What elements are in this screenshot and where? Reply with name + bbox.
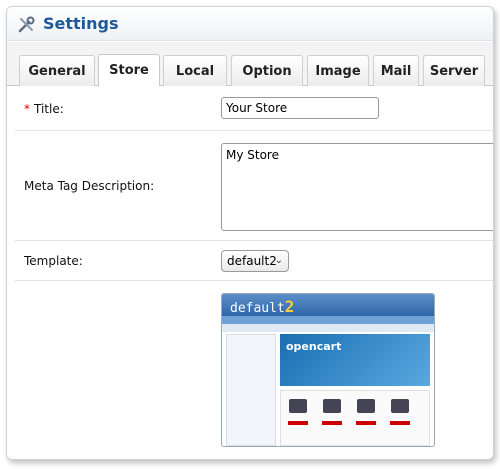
chevron-down-icon: ⌄ xyxy=(274,255,283,266)
tab-mail[interactable]: Mail xyxy=(373,55,419,86)
panel-header: Settings xyxy=(7,7,493,41)
meta-description-textarea[interactable]: My Store xyxy=(221,143,493,231)
meta-description-row: Meta Tag Description: My Store xyxy=(15,131,493,241)
required-marker: * xyxy=(24,102,30,116)
preview-product xyxy=(391,399,409,413)
preview-price xyxy=(288,421,308,425)
preview-price xyxy=(356,421,376,425)
template-row: Template: default2 ⌄ xyxy=(15,241,493,281)
tab-store[interactable]: Store xyxy=(98,54,160,86)
template-select[interactable]: default2 ⌄ xyxy=(221,250,289,272)
preview-price xyxy=(322,421,342,425)
tab-general[interactable]: General xyxy=(19,55,95,86)
tab-image[interactable]: Image xyxy=(307,55,369,86)
preview-header: default2 xyxy=(222,294,434,316)
tab-local[interactable]: Local xyxy=(163,55,227,86)
template-label: Template: xyxy=(24,254,83,268)
title-input[interactable] xyxy=(221,97,379,119)
preview-price xyxy=(390,421,410,425)
preview-product xyxy=(323,399,341,413)
page-title: Settings xyxy=(43,14,119,33)
preview-product xyxy=(357,399,375,413)
settings-panel: Settings General Store Local Option Imag… xyxy=(6,6,494,460)
meta-description-label: Meta Tag Description: xyxy=(24,179,155,193)
preview-banner: opencart xyxy=(280,334,430,386)
title-label: * Title: xyxy=(24,102,64,116)
template-preview-row: default2 opencart xyxy=(15,281,493,459)
preview-sidebar xyxy=(226,334,276,446)
template-select-value: default2 xyxy=(227,254,277,268)
preview-products xyxy=(280,390,430,446)
preview-logo: default2 xyxy=(230,297,295,316)
tools-icon xyxy=(18,16,35,33)
tab-server[interactable]: Server xyxy=(423,55,485,86)
tab-bar: General Store Local Option Image Mail Se… xyxy=(7,42,493,86)
title-row: * Title: xyxy=(15,87,493,131)
template-preview-image: default2 opencart xyxy=(221,293,435,447)
preview-product xyxy=(289,399,307,413)
preview-search xyxy=(222,324,434,332)
preview-nav xyxy=(222,316,434,324)
tab-option[interactable]: Option xyxy=(231,55,303,86)
